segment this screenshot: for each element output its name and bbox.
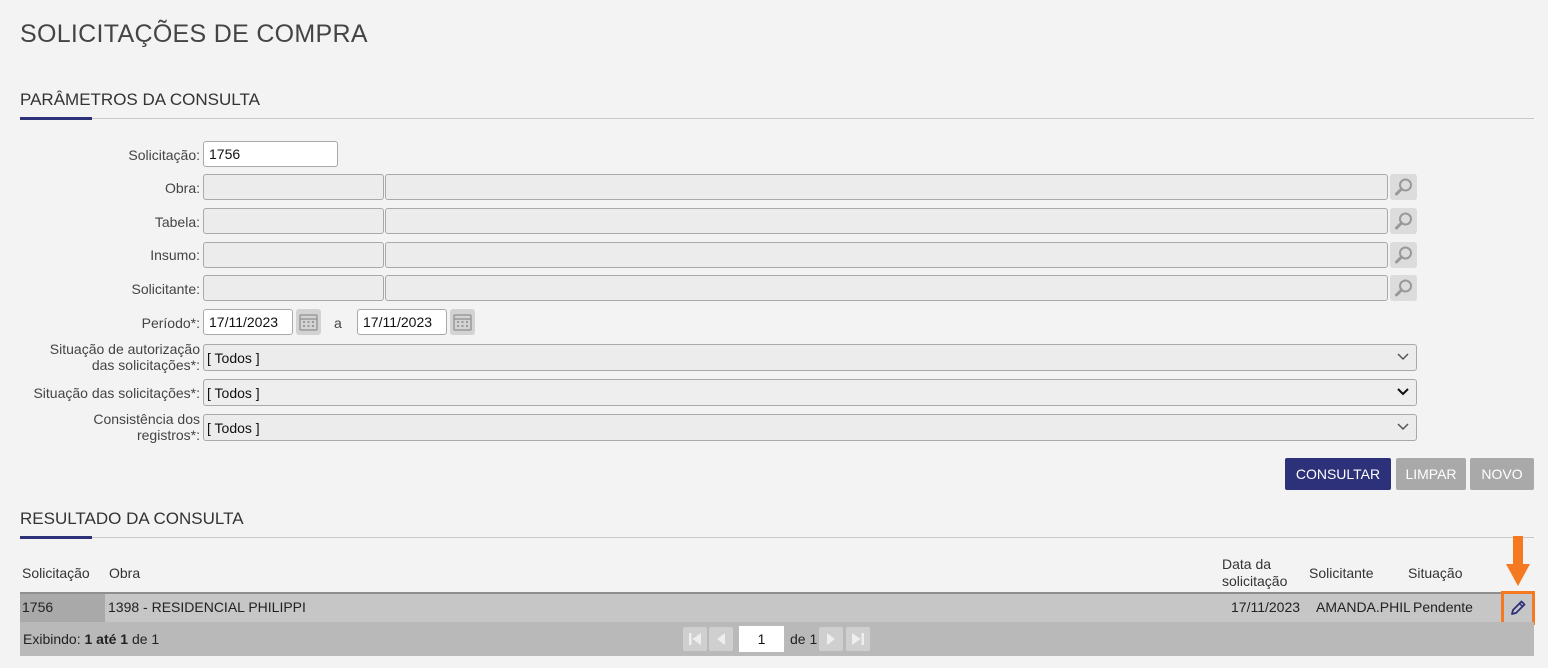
- solicitante-description-input[interactable]: [385, 275, 1388, 301]
- consistencia-value: [ Todos ]: [207, 420, 260, 436]
- consistencia-label-line1: Consistência dos: [93, 411, 200, 427]
- periodo-from-input[interactable]: 17/11/2023: [203, 309, 293, 335]
- insumo-search-button[interactable]: [1390, 242, 1417, 268]
- pencil-icon: [1511, 600, 1526, 615]
- solicitacao-label: Solicitação:: [128, 147, 200, 163]
- obra-search-button[interactable]: [1390, 174, 1417, 200]
- tabela-label: Tabela:: [154, 214, 200, 230]
- results-heading: RESULTADO DA CONSULTA: [20, 509, 244, 528]
- row-solicitante: AMANDA.PHIL: [1316, 599, 1410, 615]
- pagination-prefix: Exibindo:: [23, 631, 85, 647]
- row-solicitacao: 1756: [22, 599, 54, 615]
- calendar-icon: [453, 314, 472, 331]
- arrow-down-indicator-icon: [1506, 536, 1530, 586]
- tabela-code-input[interactable]: [203, 208, 384, 234]
- column-header-data-line1: Data da: [1222, 556, 1272, 572]
- insumo-label: Insumo:: [150, 247, 200, 263]
- edit-button[interactable]: [1501, 591, 1535, 625]
- params-section-header: PARÂMETROS DA CONSULTA: [20, 90, 1534, 120]
- situacao-autorizacao-label-line2: das solicitações*:: [91, 357, 200, 373]
- periodo-to-input[interactable]: 17/11/2023: [357, 309, 447, 335]
- column-header-solicitante[interactable]: Solicitante: [1309, 565, 1374, 582]
- consistencia-label-line2: registros*:: [136, 427, 200, 443]
- chevron-down-icon: [1397, 423, 1409, 431]
- insumo-code-input[interactable]: [203, 242, 384, 268]
- chevron-down-icon: [1397, 388, 1409, 396]
- page-total-label: de 1: [790, 631, 818, 647]
- consistencia-label: Consistência dos registros*:: [93, 411, 200, 443]
- row-situacao: Pendente: [1413, 599, 1473, 615]
- pagination-summary: Exibindo: 1 até 1 de 1: [23, 631, 159, 647]
- last-page-button[interactable]: [846, 627, 870, 651]
- column-header-obra[interactable]: Obra: [109, 565, 140, 582]
- next-page-icon: [827, 633, 835, 645]
- limpar-button[interactable]: LIMPAR: [1396, 458, 1466, 490]
- search-icon: [1395, 212, 1412, 230]
- periodo-from-calendar-button[interactable]: [296, 309, 321, 335]
- insumo-description-input[interactable]: [385, 242, 1388, 268]
- periodo-label: Período*:: [141, 315, 200, 331]
- situacao-autorizacao-value: [ Todos ]: [207, 350, 260, 366]
- calendar-icon: [299, 314, 318, 331]
- obra-label: Obra:: [164, 180, 200, 196]
- column-header-situacao[interactable]: Situação: [1408, 565, 1462, 582]
- column-header-solicitacao[interactable]: Solicitação: [22, 565, 90, 582]
- consistencia-select[interactable]: [ Todos ]: [203, 414, 1417, 441]
- page-number-input[interactable]: 1: [738, 625, 785, 653]
- solicitante-label: Solicitante:: [131, 281, 200, 297]
- tabela-description-input[interactable]: [385, 208, 1388, 234]
- solicitante-search-button[interactable]: [1390, 275, 1417, 301]
- pagination-range: 1 até 1: [84, 631, 129, 647]
- row-obra: 1398 - RESIDENCIAL PHILIPPI: [108, 599, 306, 615]
- solicitante-code-input[interactable]: [203, 275, 384, 301]
- periodo-separator: a: [334, 315, 342, 331]
- situacao-solicitacoes-value: [ Todos ]: [207, 385, 260, 401]
- consultar-button[interactable]: CONSULTAR: [1285, 458, 1391, 490]
- situacao-autorizacao-label: Situação de autorização das solicitações…: [50, 341, 200, 373]
- situacao-autorizacao-select[interactable]: [ Todos ]: [203, 344, 1417, 371]
- column-header-data[interactable]: Data da solicitação: [1222, 556, 1287, 590]
- first-page-button[interactable]: [683, 627, 707, 651]
- periodo-to-calendar-button[interactable]: [450, 309, 475, 335]
- search-icon: [1395, 178, 1412, 196]
- search-icon: [1395, 279, 1412, 297]
- results-section-header: RESULTADO DA CONSULTA: [20, 509, 1534, 539]
- row-data: 17/11/2023: [1231, 599, 1301, 615]
- previous-page-button[interactable]: [709, 627, 733, 651]
- novo-button[interactable]: NOVO: [1470, 458, 1534, 490]
- situacao-solicitacoes-label: Situação das solicitações*:: [33, 385, 200, 401]
- first-page-icon: [689, 633, 701, 645]
- pagination-suffix: de 1: [128, 631, 160, 647]
- next-page-button[interactable]: [819, 627, 843, 651]
- previous-page-icon: [717, 633, 725, 645]
- page-title: SOLICITAÇÕES DE COMPRA: [20, 20, 368, 48]
- obra-code-input[interactable]: [203, 174, 384, 200]
- situacao-solicitacoes-select[interactable]: [ Todos ]: [203, 379, 1417, 406]
- situacao-autorizacao-label-line1: Situação de autorização: [49, 341, 200, 357]
- section-accent-bar: [20, 117, 92, 120]
- solicitacao-input[interactable]: 1756: [203, 141, 338, 167]
- last-page-icon: [852, 633, 864, 645]
- params-heading: PARÂMETROS DA CONSULTA: [20, 90, 260, 109]
- section-accent-bar: [20, 536, 92, 539]
- tabela-search-button[interactable]: [1390, 208, 1417, 234]
- search-icon: [1395, 246, 1412, 264]
- chevron-down-icon: [1397, 353, 1409, 361]
- column-header-data-line2: solicitação: [1222, 573, 1288, 589]
- obra-description-input[interactable]: [385, 174, 1388, 200]
